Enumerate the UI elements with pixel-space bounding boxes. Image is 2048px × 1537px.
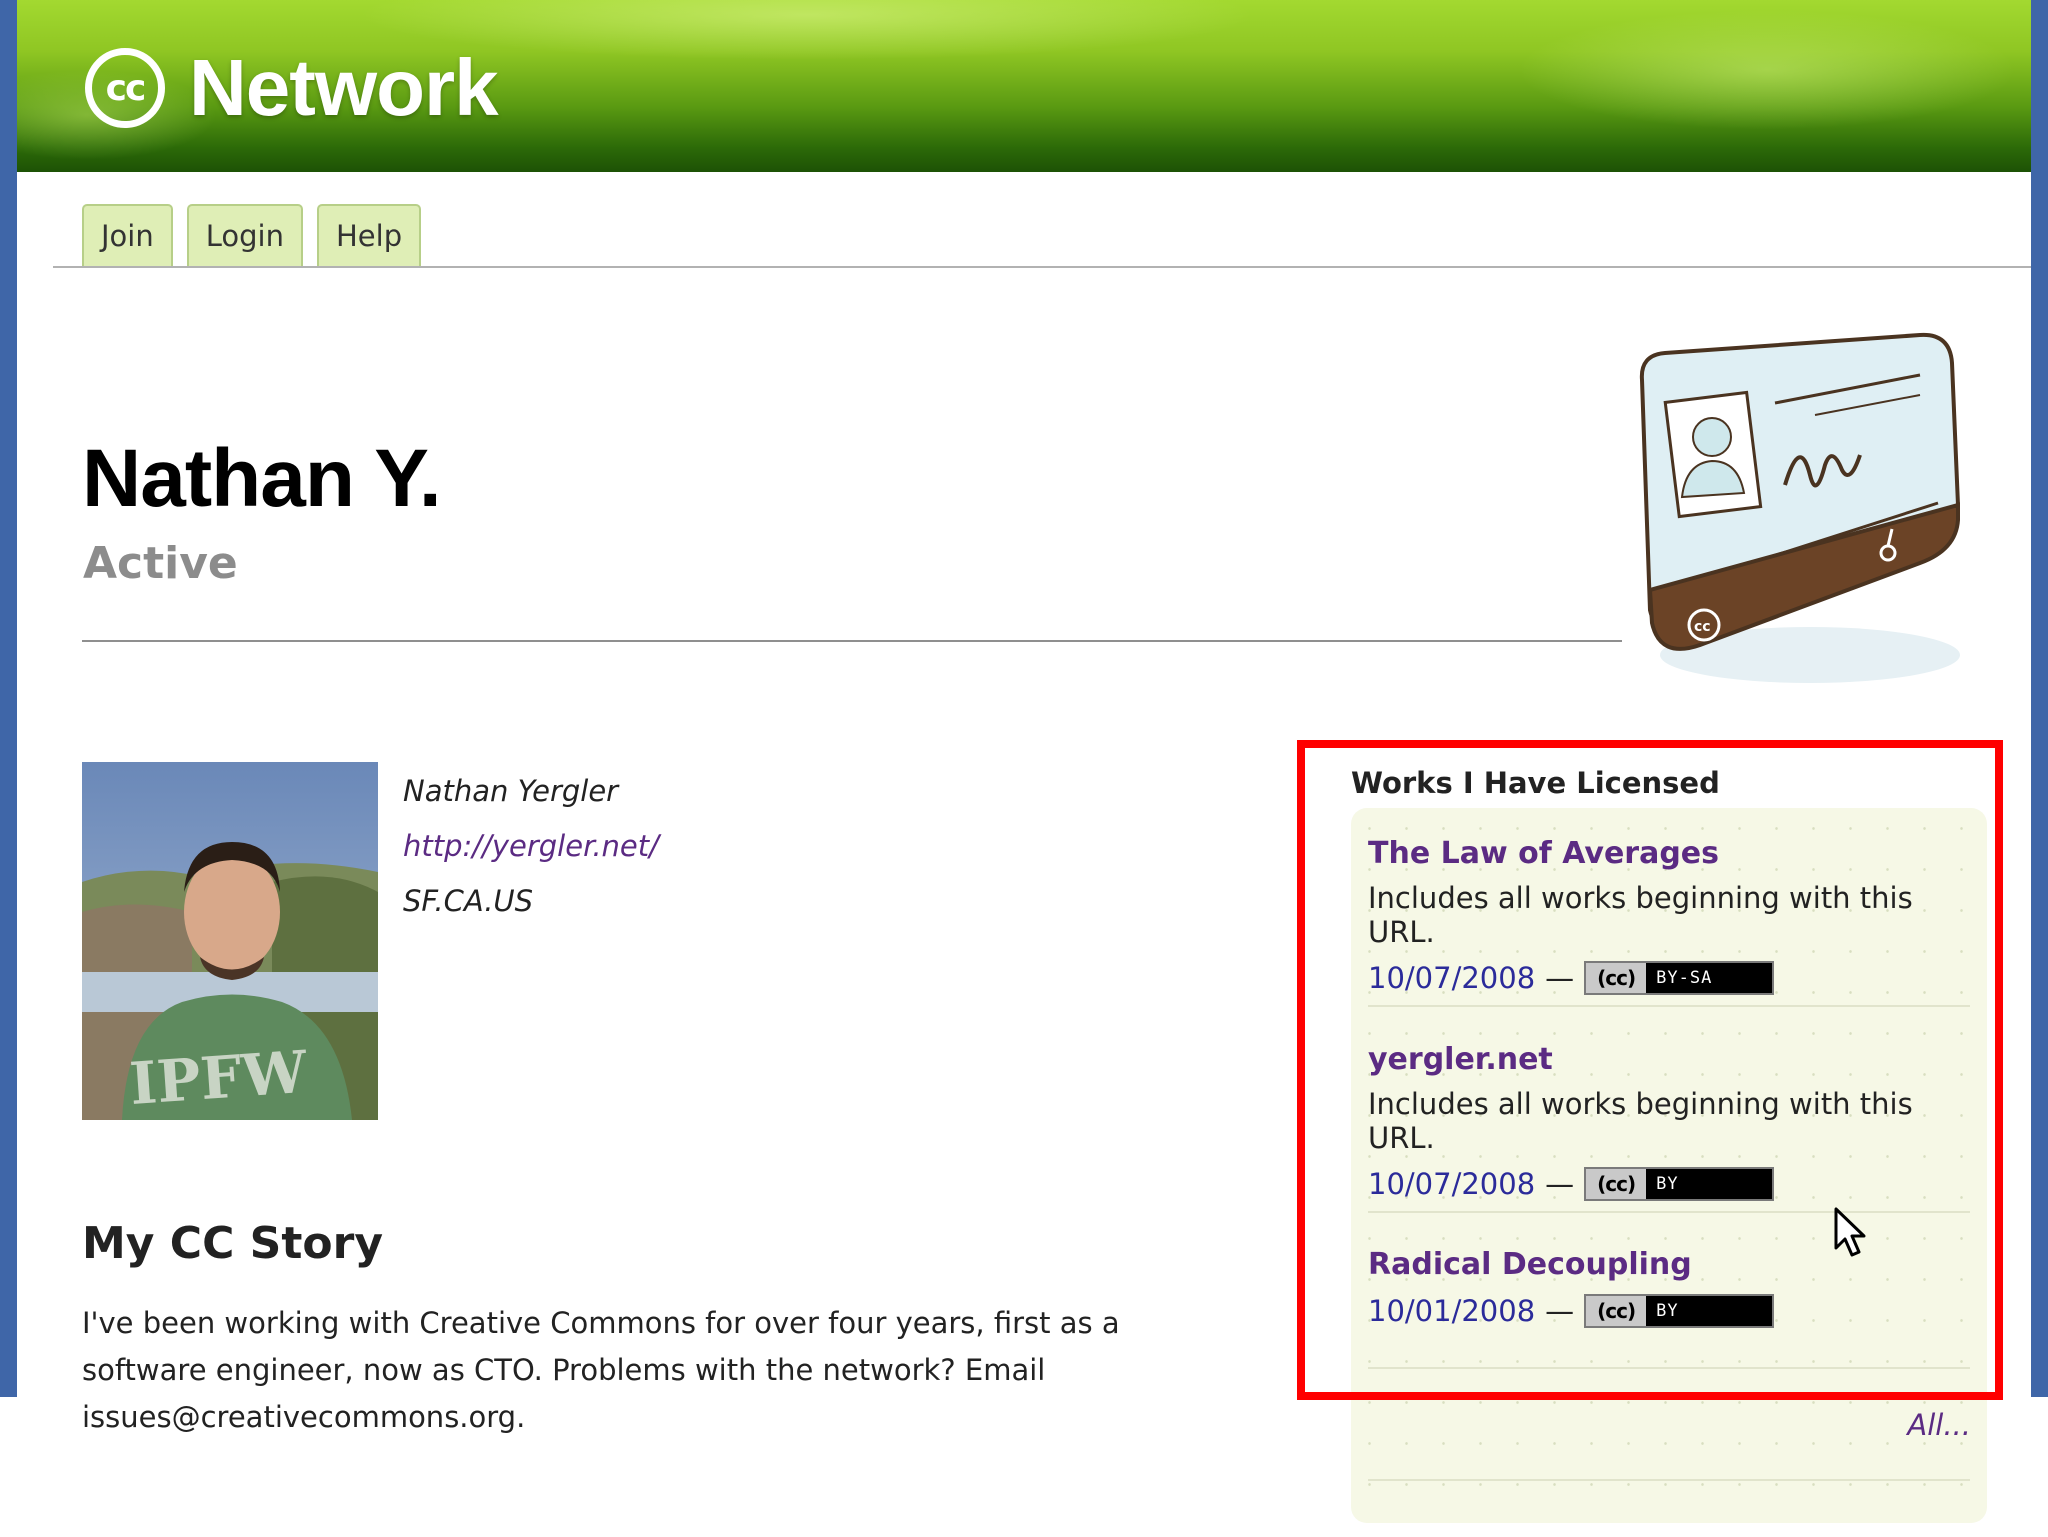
story-text: I've been working with Creative Commons … xyxy=(82,1306,1120,1434)
main-nav: Join Login Help xyxy=(82,204,422,266)
profile-divider xyxy=(82,640,1622,642)
svg-text:IPFW: IPFW xyxy=(128,1038,310,1118)
profile-photo: IPFW xyxy=(82,762,378,1120)
profile-location: SF.CA.US xyxy=(403,884,534,918)
highlight-box xyxy=(1297,740,2003,1400)
left-window-border xyxy=(0,0,17,1397)
mouse-cursor-icon xyxy=(1834,1207,1866,1257)
site-logo[interactable]: cc Network xyxy=(85,38,499,138)
site-logo-text: Network xyxy=(189,43,499,132)
nav-divider xyxy=(53,266,2031,268)
profile-url-link[interactable]: http://yergler.net/ xyxy=(403,819,659,874)
profile-name: Nathan Y. xyxy=(82,433,442,524)
tab-help[interactable]: Help xyxy=(316,204,422,266)
profile-status: Active xyxy=(83,538,238,589)
id-card-illustration: cc xyxy=(1639,332,1960,683)
work-divider xyxy=(1368,1479,1970,1481)
story-title: My CC Story xyxy=(82,1218,384,1269)
tab-login[interactable]: Login xyxy=(186,204,303,266)
right-window-border xyxy=(2031,0,2048,1397)
cc-logo-icon: cc xyxy=(85,48,165,128)
profile-details: Nathan Yergler http://yergler.net/ SF.CA… xyxy=(403,764,659,929)
header-highlight xyxy=(1517,10,2017,130)
svg-text:cc: cc xyxy=(1694,619,1711,635)
tab-join[interactable]: Join xyxy=(82,204,173,266)
site-header: cc Network xyxy=(17,0,2031,172)
profile-full-name: Nathan Yergler xyxy=(403,774,619,808)
all-works-link[interactable]: All... xyxy=(1907,1408,1971,1442)
